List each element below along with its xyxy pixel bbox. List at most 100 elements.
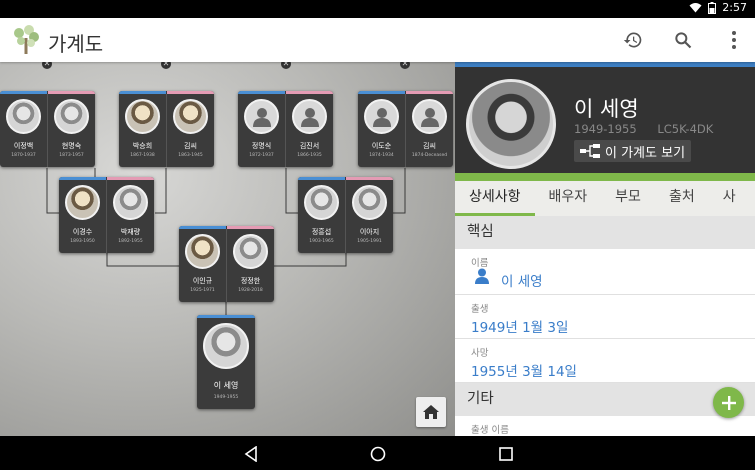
detail-tabs: 상세사항 배우자 부모 출처 사 <box>455 173 755 216</box>
family-tree-canvas[interactable]: ✕ ✕ ✕ ✕ 이정백 1870-1937 현명숙 1873-1957 박승희 … <box>0 62 455 436</box>
person-photo <box>113 185 148 220</box>
add-fact-button[interactable] <box>713 387 744 418</box>
battery-icon <box>708 1 717 14</box>
death-label: 사망 <box>471 348 489 359</box>
person-card[interactable]: 김진서 1866-1935 <box>286 91 333 167</box>
death-row[interactable]: 사망 1955년 3월 14일 <box>455 339 755 383</box>
person-placeholder <box>244 99 279 134</box>
couple-card[interactable]: 이정백 1870-1937 현명숙 1873-1957 <box>0 91 95 167</box>
person-photo <box>6 99 41 134</box>
birth-name-row[interactable]: 출생 이름 <box>455 416 755 436</box>
person-placeholder <box>292 99 327 134</box>
person-name: 이 세영 <box>213 381 239 390</box>
person-card[interactable]: 이인규 1925-1971 <box>179 226 226 302</box>
person-name: 정정한 <box>240 277 261 285</box>
person-silhouette-icon <box>420 107 439 127</box>
person-silhouette-icon <box>252 107 271 127</box>
person-name: 이도순 <box>371 142 392 150</box>
tab-spouses[interactable]: 배우자 <box>535 181 602 216</box>
tree-home-button[interactable] <box>416 397 446 427</box>
tab-details[interactable]: 상세사항 <box>455 181 535 216</box>
couple-card[interactable]: 박승희 1867-1938 김씨 1863-1945 <box>119 91 214 167</box>
back-icon <box>244 446 257 462</box>
person-card[interactable]: 김씨 1863-1945 <box>167 91 214 167</box>
person-card[interactable]: 정정한 1928-2018 <box>227 226 274 302</box>
person-name: 이 세영 <box>574 97 639 121</box>
person-dates: 1925-1971 <box>190 288 215 293</box>
person-dates: 1874-Deceased <box>411 153 448 158</box>
person-name: 이아지 <box>359 228 380 236</box>
birth-value: 1949년 1월 3일 <box>471 320 569 336</box>
person-card[interactable]: 이도순 1874-1934 <box>358 91 405 167</box>
person-card[interactable]: 이정백 1870-1937 <box>0 91 47 167</box>
person-card[interactable]: 박재량 1892-1955 <box>107 177 154 253</box>
person-id: LC5K-4DK <box>657 122 714 136</box>
home-nav-button[interactable] <box>369 445 387 463</box>
person-placeholder <box>412 99 447 134</box>
person-card[interactable]: 정흥섭 1903-1965 <box>298 177 345 253</box>
person-dates: 1903-1965 <box>309 239 334 244</box>
tab-parents[interactable]: 부모 <box>601 181 655 216</box>
overflow-menu-button[interactable] <box>722 28 746 52</box>
person-photo <box>233 234 268 269</box>
couple-card[interactable]: 이도순 1874-1934 김씨 1874-Deceased <box>358 91 453 167</box>
person-photo <box>65 185 100 220</box>
view-tree-button[interactable]: 이 가계도 보기 <box>574 140 692 162</box>
focus-person-card[interactable]: 이 세영 1949-1955 <box>197 315 255 409</box>
back-button[interactable] <box>242 445 260 463</box>
person-header: 이 세영 1949-1955 LC5K-4DK 이 가계도 보기 <box>455 62 755 173</box>
person-dates: 1867-1938 <box>130 153 155 158</box>
wifi-icon <box>689 3 702 13</box>
name-row[interactable]: 이름 이 세영 <box>455 249 755 295</box>
couple-card[interactable]: 정흥섭 1903-1965 이아지 1905-1991 <box>298 177 393 253</box>
overflow-menu-icon <box>732 31 736 49</box>
death-value: 1955년 3월 14일 <box>471 364 577 380</box>
person-card[interactable]: 박승희 1867-1938 <box>119 91 166 167</box>
person-photo <box>54 99 89 134</box>
person-meta: 1949-1955 LC5K-4DK <box>574 122 730 136</box>
history-button[interactable] <box>621 28 645 52</box>
person-card[interactable]: 정명식 1872-1937 <box>238 91 285 167</box>
person-dates: 1866-1935 <box>297 153 322 158</box>
person-name: 이정백 <box>13 142 34 150</box>
person-silhouette-icon <box>300 107 319 127</box>
app-bar: 가계도 <box>0 18 755 62</box>
search-icon <box>675 32 692 49</box>
search-button[interactable] <box>671 28 695 52</box>
birth-label: 출생 <box>471 304 489 315</box>
person-card[interactable]: 현명숙 1873-1957 <box>48 91 95 167</box>
person-card[interactable]: 이경수 1893-1950 <box>59 177 106 253</box>
person-card[interactable]: 김씨 1874-Deceased <box>406 91 453 167</box>
person-name: 박승희 <box>132 142 153 150</box>
person-dates: 1892-1955 <box>118 239 143 244</box>
name-value: 이 세영 <box>501 274 543 290</box>
couple-card[interactable]: 정명식 1872-1937 김진서 1866-1935 <box>238 91 333 167</box>
person-photo <box>304 185 339 220</box>
tree-view-icon <box>580 144 600 158</box>
plus-icon <box>721 395 736 410</box>
person-dates: 1893-1950 <box>70 239 95 244</box>
person-dates: 1928-2018 <box>238 288 263 293</box>
couple-card[interactable]: 이경수 1893-1950 박재량 1892-1955 <box>59 177 154 253</box>
person-name: 정흥섭 <box>311 228 332 236</box>
history-icon <box>623 32 642 48</box>
person-lifespan: 1949-1955 <box>574 122 637 136</box>
person-name: 김씨 <box>184 142 197 150</box>
app-title: 가계도 <box>48 32 104 56</box>
person-dates: 1872-1937 <box>249 153 274 158</box>
person-dates: 1874-1934 <box>369 153 394 158</box>
tab-sources[interactable]: 출처 <box>655 181 709 216</box>
person-name: 김씨 <box>423 142 436 150</box>
couple-card[interactable]: 이인규 1925-1971 정정한 1928-2018 <box>179 226 274 302</box>
birth-row[interactable]: 출생 1949년 1월 3일 <box>455 295 755 339</box>
person-photo <box>125 99 160 134</box>
section-other-header: 기타 <box>455 383 755 416</box>
person-dates: 1905-1991 <box>357 239 382 244</box>
person-card[interactable]: 이아지 1905-1991 <box>346 177 393 253</box>
person-detail-panel: 이 세영 1949-1955 LC5K-4DK 이 가계도 보기 상세사항 배우… <box>455 62 755 436</box>
tab-more[interactable]: 사 <box>709 181 750 216</box>
recents-button[interactable] <box>497 445 515 463</box>
person-photo <box>185 234 220 269</box>
person-name: 이인규 <box>192 277 213 285</box>
person-portrait[interactable] <box>466 79 556 169</box>
